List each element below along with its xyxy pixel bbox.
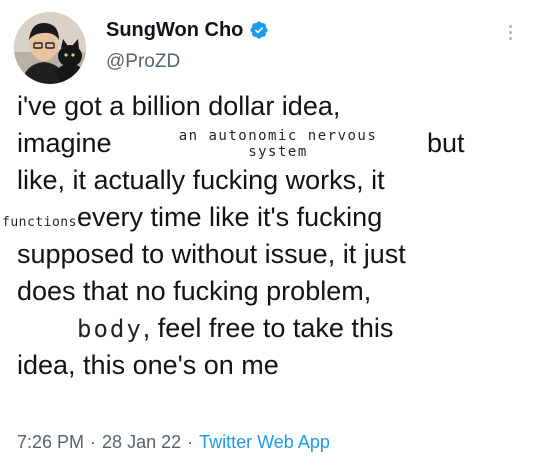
author-name-row: SungWon Cho: [106, 18, 269, 42]
tweet-card: SungWon Cho @ProZD i've got a billion do…: [0, 0, 540, 471]
meta-separator: ·: [90, 432, 97, 452]
meta-separator: ·: [187, 432, 194, 452]
tweet-line-1-text: i've got a billion dollar idea,: [17, 91, 341, 121]
tweet-line-1: i've got a billion dollar idea,: [17, 88, 532, 125]
source-app-link[interactable]: Twitter Web App: [199, 432, 330, 452]
more-dot: [508, 36, 512, 40]
tweet-time[interactable]: 7:26 PM: [17, 432, 84, 452]
verified-badge-icon: [249, 20, 269, 40]
tweet-date[interactable]: 28 Jan 22: [102, 432, 181, 452]
tweet-line-7: body, feel free to take this: [17, 310, 532, 347]
tweet-metadata: 7:26 PM · 28 Jan 22 · Twitter Web App: [17, 430, 330, 454]
tweet-line-5-text: supposed to without issue, it just: [17, 239, 406, 269]
author-handle[interactable]: @ProZD: [106, 50, 180, 74]
more-options-icon[interactable]: [500, 22, 520, 42]
tweet-line-6: does that no fucking problem,: [17, 273, 532, 310]
tweet-line-2-start: imagine: [17, 128, 112, 158]
tweet-line-4-rest: every time like it's fucking: [76, 202, 383, 232]
inserted-phrase-line-2: system: [248, 144, 308, 160]
more-dot: [508, 24, 512, 28]
tweet-line-6-text: does that no fucking problem,: [17, 276, 372, 306]
tweet-line-7-rest: , feel free to take this: [142, 313, 394, 343]
inserted-phrase-autonomic: an autonomic nervous system: [133, 128, 423, 160]
tweet-line-3-text: like, it actually fucking works, it: [17, 165, 385, 195]
tweet-line-8-text: idea, this one's on me: [17, 350, 279, 380]
more-dot: [508, 30, 512, 34]
avatar[interactable]: [14, 12, 86, 84]
tweet-line-8: idea, this one's on me: [17, 347, 532, 384]
inserted-phrase-line-1: an autonomic nervous: [178, 128, 378, 144]
tweet-line-3: like, it actually fucking works, it: [17, 162, 532, 199]
inserted-word-functions: functions: [2, 215, 77, 230]
avatar-image: [14, 12, 86, 84]
tweet-line-5: supposed to without issue, it just: [17, 236, 532, 273]
tweet-line-4: functionsevery time like it's fucking: [2, 199, 517, 236]
inserted-word-body: body: [77, 315, 143, 343]
tweet-line-2-end: but: [427, 128, 465, 158]
author-display-name[interactable]: SungWon Cho: [106, 18, 243, 42]
tweet-text: i've got a billion dollar idea, imagine …: [2, 88, 532, 384]
tweet-line-2: imagine an autonomic nervous system but: [17, 125, 532, 162]
